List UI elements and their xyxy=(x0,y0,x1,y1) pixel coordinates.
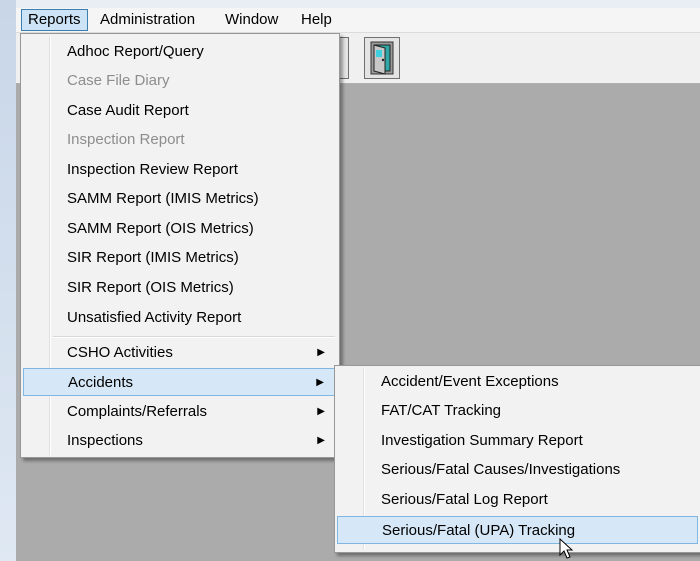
menu-item-label: SIR Report (OIS Metrics) xyxy=(67,279,234,296)
submenu-arrow-icon: ▶ xyxy=(317,406,325,417)
menu-item-adhoc-report-query[interactable]: Adhoc Report/Query xyxy=(23,38,337,66)
submenu-item-serious-fatal-upa-tracking[interactable]: Serious/Fatal (UPA) Tracking xyxy=(337,516,698,544)
menu-item-label: Investigation Summary Report xyxy=(381,432,583,449)
menu-item-samm-report-imis[interactable]: SAMM Report (IMIS Metrics) xyxy=(23,185,337,213)
menu-bar: Reports Administration Window Help xyxy=(16,8,700,33)
menu-item-unsatisfied-activity-report[interactable]: Unsatisfied Activity Report xyxy=(23,304,337,332)
menu-item-sir-report-imis[interactable]: SIR Report (IMIS Metrics) xyxy=(23,244,337,272)
menu-item-label: Serious/Fatal Causes/Investigations xyxy=(381,461,621,478)
menu-help[interactable]: Help xyxy=(295,10,338,30)
submenu-arrow-icon: ▶ xyxy=(317,435,325,446)
submenu-item-investigation-summary-report[interactable]: Investigation Summary Report xyxy=(337,427,698,455)
menu-item-inspections[interactable]: Inspections ▶ xyxy=(23,427,337,455)
menu-separator xyxy=(53,336,335,338)
menu-item-label: CSHO Activities xyxy=(67,344,173,361)
menu-item-accidents[interactable]: Accidents ▶ xyxy=(23,368,337,396)
exit-button[interactable] xyxy=(364,37,400,79)
menu-item-label: Inspection Review Report xyxy=(67,161,238,178)
submenu-arrow-icon: ▶ xyxy=(317,347,325,358)
menu-item-label: Serious/Fatal (UPA) Tracking xyxy=(382,522,576,539)
menu-item-complaints-referrals[interactable]: Complaints/Referrals ▶ xyxy=(23,398,337,426)
menu-item-label: FAT/CAT Tracking xyxy=(381,402,502,419)
menu-item-case-audit-report[interactable]: Case Audit Report xyxy=(23,97,337,125)
accidents-submenu: Accident/Event Exceptions FAT/CAT Tracki… xyxy=(334,365,700,553)
menu-item-label: Inspections xyxy=(67,432,143,449)
menu-item-inspection-review-report[interactable]: Inspection Review Report xyxy=(23,156,337,184)
window-top-border xyxy=(16,0,700,8)
menu-item-sir-report-ois[interactable]: SIR Report (OIS Metrics) xyxy=(23,274,337,302)
submenu-item-fat-cat-tracking[interactable]: FAT/CAT Tracking xyxy=(337,397,698,425)
menu-item-label: Adhoc Report/Query xyxy=(67,43,204,60)
door-exit-icon xyxy=(370,41,394,75)
menu-item-label: Complaints/Referrals xyxy=(67,403,208,420)
reports-dropdown-menu: Adhoc Report/Query Case File Diary Case … xyxy=(20,33,340,458)
menu-item-case-file-diary: Case File Diary xyxy=(23,67,337,95)
menu-item-label: Accident/Event Exceptions xyxy=(381,373,559,390)
menu-item-csho-activities[interactable]: CSHO Activities ▶ xyxy=(23,339,337,367)
menu-item-samm-report-ois[interactable]: SAMM Report (OIS Metrics) xyxy=(23,215,337,243)
menu-item-label: Serious/Fatal Log Report xyxy=(381,491,548,508)
menu-window[interactable]: Window xyxy=(219,10,284,30)
menu-item-label: Case Audit Report xyxy=(67,102,189,119)
submenu-item-accident-event-exceptions[interactable]: Accident/Event Exceptions xyxy=(337,368,698,396)
menu-item-label: SAMM Report (IMIS Metrics) xyxy=(67,190,259,207)
submenu-item-serious-fatal-causes[interactable]: Serious/Fatal Causes/Investigations xyxy=(337,456,698,484)
menu-reports[interactable]: Reports xyxy=(21,9,88,31)
toolbar-button-partial[interactable] xyxy=(339,37,349,79)
menu-item-label: Accidents xyxy=(68,374,134,391)
menu-item-label: Unsatisfied Activity Report xyxy=(67,309,242,326)
menu-item-inspection-report: Inspection Report xyxy=(23,126,337,154)
menu-administration[interactable]: Administration xyxy=(94,10,201,30)
desktop-background xyxy=(0,0,16,561)
mouse-cursor-icon xyxy=(559,538,574,559)
menu-item-label: Case File Diary xyxy=(67,72,170,89)
menu-item-label: SAMM Report (OIS Metrics) xyxy=(67,220,254,237)
menu-item-label: Inspection Report xyxy=(67,131,185,148)
menu-item-label: SIR Report (IMIS Metrics) xyxy=(67,249,239,266)
submenu-item-serious-fatal-log-report[interactable]: Serious/Fatal Log Report xyxy=(337,486,698,514)
submenu-arrow-icon: ▶ xyxy=(316,377,324,388)
